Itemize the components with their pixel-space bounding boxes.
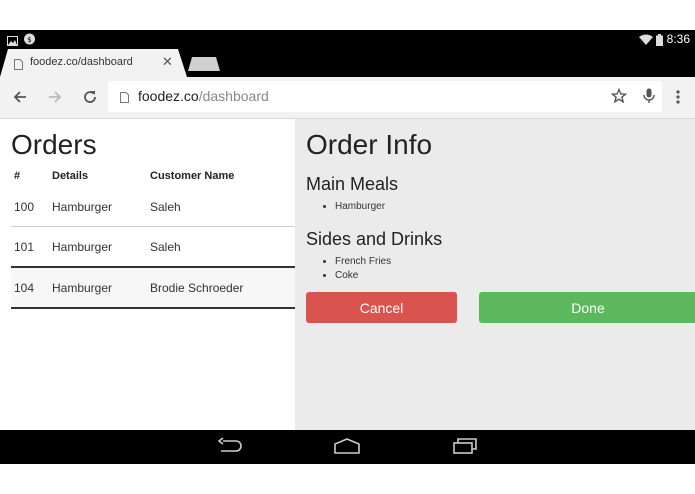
order-details: Hamburger bbox=[49, 266, 147, 309]
back-icon[interactable] bbox=[9, 86, 31, 108]
order-customer: Saleh bbox=[147, 226, 295, 268]
navigation-bar bbox=[0, 430, 695, 464]
done-button[interactable]: Done bbox=[479, 292, 695, 323]
clock: 8:36 bbox=[666, 32, 690, 46]
order-id: 104 bbox=[11, 266, 49, 309]
star-icon[interactable] bbox=[608, 85, 630, 107]
status-bar: $ 8:36 bbox=[0, 30, 695, 49]
order-info-title: Order Info bbox=[306, 129, 433, 160]
menu-icon[interactable] bbox=[667, 86, 689, 108]
order-customer: Brodie Schroeder bbox=[147, 266, 295, 309]
column-customer: Customer Name bbox=[150, 170, 235, 182]
page-icon bbox=[14, 57, 23, 75]
browser-toolbar: foodez.co/dashboard bbox=[0, 77, 695, 119]
forward-icon[interactable] bbox=[44, 86, 66, 108]
order-info-panel: Order Info Main Meals Hamburger Sides an… bbox=[295, 119, 695, 430]
orders-panel: Orders # Details Customer Name 100 Hambu… bbox=[0, 119, 295, 430]
sides-heading: Sides and Drinks bbox=[306, 229, 443, 249]
home-nav-icon[interactable] bbox=[333, 437, 361, 460]
microphone-icon[interactable] bbox=[638, 85, 660, 107]
column-details: Details bbox=[52, 170, 89, 182]
order-details: Hamburger bbox=[49, 226, 147, 268]
cancel-button[interactable]: Cancel bbox=[306, 292, 457, 323]
orders-table: # Details Customer Name 100 Hamburger Sa… bbox=[11, 165, 295, 309]
browser-tab[interactable]: foodez.co/dashboard ✕ bbox=[0, 49, 187, 77]
sides-list: French Fries Coke bbox=[321, 255, 391, 283]
close-tab-icon[interactable]: ✕ bbox=[162, 54, 173, 70]
main-meals-heading: Main Meals bbox=[306, 174, 399, 194]
table-header: # Details Customer Name bbox=[11, 165, 295, 187]
url-text: foodez.co/dashboard bbox=[138, 88, 269, 104]
recent-apps-icon[interactable] bbox=[452, 437, 478, 460]
list-item: Hamburger bbox=[335, 200, 385, 214]
order-id: 101 bbox=[11, 226, 49, 268]
page-icon bbox=[120, 90, 129, 108]
orders-title: Orders bbox=[11, 129, 97, 160]
back-nav-icon[interactable] bbox=[217, 437, 243, 460]
order-customer: Saleh bbox=[147, 187, 295, 227]
address-bar[interactable]: foodez.co/dashboard bbox=[108, 81, 662, 112]
reload-icon[interactable] bbox=[79, 86, 101, 108]
list-item: Coke bbox=[335, 269, 391, 283]
column-id: # bbox=[14, 170, 21, 182]
table-row[interactable]: 100 Hamburger Saleh bbox=[11, 187, 295, 227]
table-row-selected[interactable]: 104 Hamburger Brodie Schroeder bbox=[11, 266, 295, 309]
order-id: 100 bbox=[11, 187, 49, 227]
table-row[interactable]: 101 Hamburger Saleh bbox=[11, 226, 295, 268]
list-item: French Fries bbox=[335, 255, 391, 269]
main-meals-list: Hamburger bbox=[321, 200, 385, 214]
tab-strip: foodez.co/dashboard ✕ bbox=[0, 49, 695, 77]
tab-title: foodez.co/dashboard bbox=[30, 56, 133, 68]
svg-text:$: $ bbox=[27, 36, 31, 44]
order-details: Hamburger bbox=[49, 187, 147, 227]
new-tab-button[interactable] bbox=[188, 57, 220, 71]
